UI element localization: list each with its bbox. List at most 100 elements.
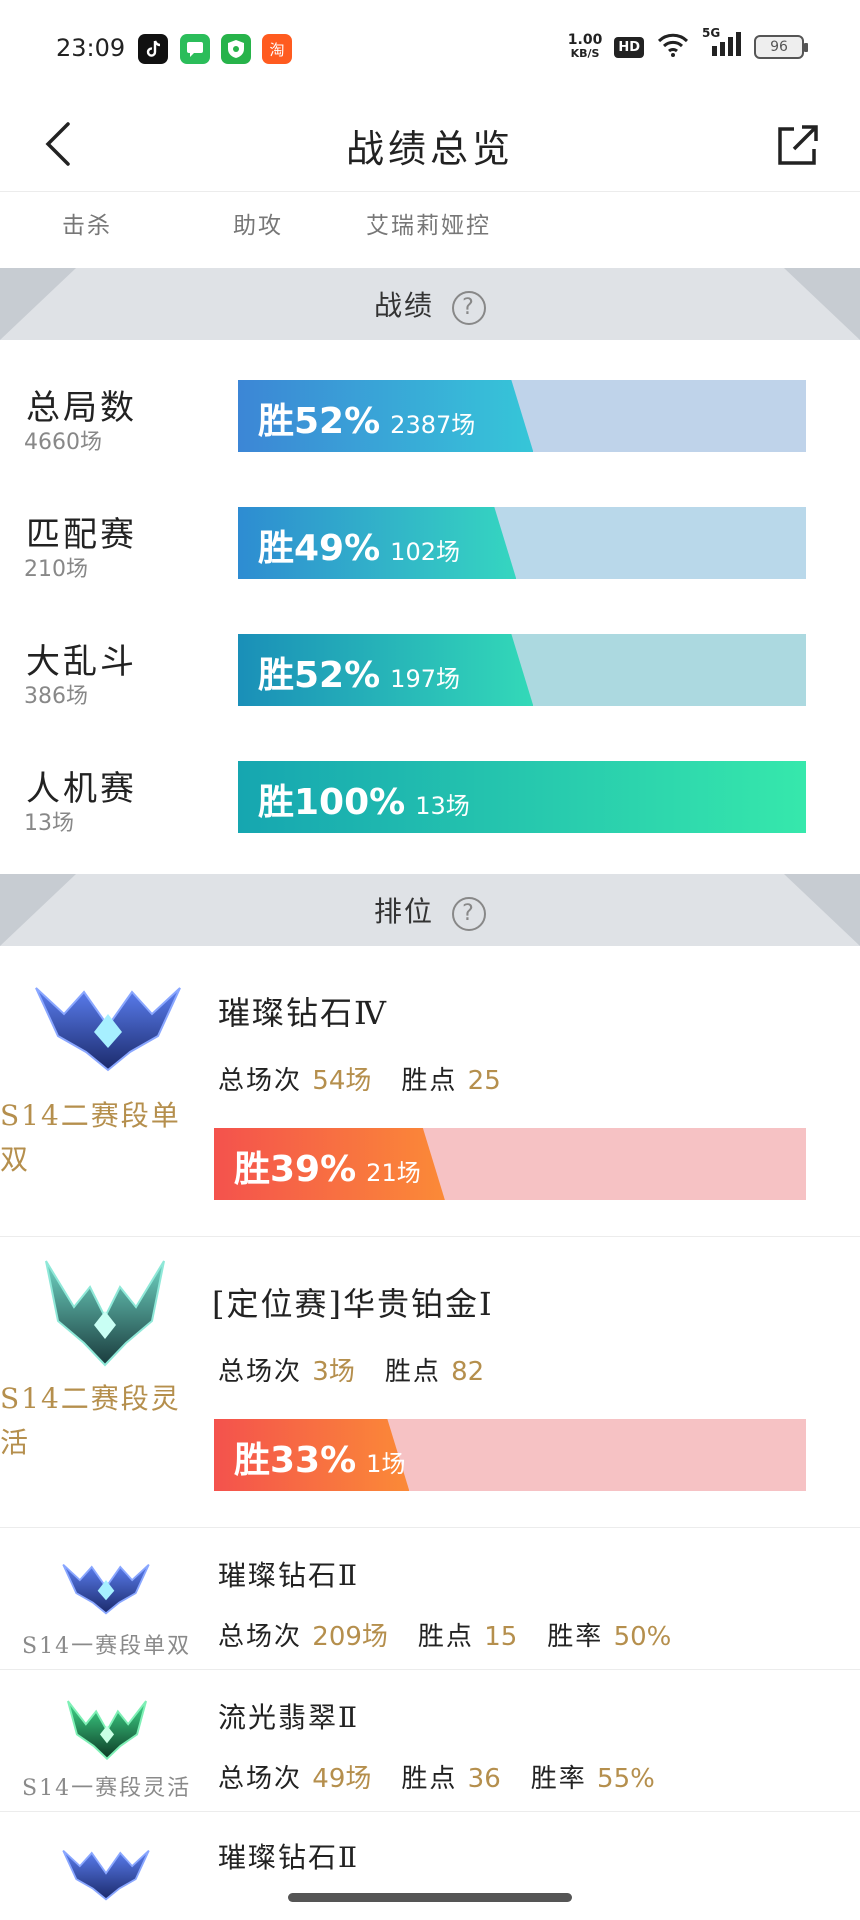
total-value: 3场 [312, 1357, 355, 1387]
stat-subtabs: 击杀 助攻 艾瑞莉娅控 [0, 192, 860, 268]
home-indicator[interactable] [288, 1893, 572, 1902]
season-label: S14一赛段灵活 [22, 1776, 192, 1801]
rate-label: 胜率 [547, 1622, 604, 1652]
rank-meta: 总场次 3场 胜点 82 [218, 1351, 484, 1388]
help-icon[interactable]: ? [452, 290, 486, 325]
rank-meta: 总场次 209场 胜点 15 胜率 50% [218, 1616, 671, 1653]
total-label: 总场次 [218, 1066, 303, 1096]
total-label: 总场次 [218, 1622, 303, 1652]
rank-tier: 璀璨钻石Ⅱ [218, 1841, 360, 1874]
win-count: 197场 [390, 665, 460, 693]
win-percent: 胜49% [258, 528, 381, 569]
net-speed-value: 1.00 [567, 32, 603, 48]
status-right: 1.00 KB/S HD 5G 96 [568, 26, 808, 62]
win-rate-bar: 胜49% 102场 [238, 507, 806, 579]
stat-count: 210场 [24, 557, 88, 582]
ranked-card[interactable]: S14一赛段单双 璀璨钻石Ⅱ 总场次 209场 胜点 15 胜率 50% [0, 1528, 860, 1670]
share-button[interactable] [772, 114, 824, 174]
rate-value: 50% [613, 1622, 672, 1652]
win-percent: 胜52% [258, 655, 381, 696]
total-label: 总场次 [218, 1357, 303, 1387]
rank-tier: 流光翡翠Ⅱ [218, 1701, 360, 1734]
taobao-icon: 淘 [262, 34, 292, 64]
win-percent: 胜100% [258, 782, 406, 823]
win-count: 21场 [366, 1159, 421, 1187]
win-count: 1场 [366, 1450, 406, 1478]
ranked-win-text: 胜39% 21场 [234, 1140, 421, 1192]
stat-row-total[interactable]: 总局数 4660场 胜52% 2387场 [0, 380, 860, 490]
total-label: 总场次 [218, 1764, 303, 1794]
stat-row-aram[interactable]: 大乱斗 386场 胜52% 197场 [0, 634, 860, 744]
diamond-emblem-icon [62, 1556, 150, 1620]
win-rate-text: 胜52% 197场 [258, 646, 460, 698]
ranked-win-bar: 胜33% 1场 [214, 1419, 806, 1491]
ranked-win-bar: 胜39% 21场 [214, 1128, 806, 1200]
subtab-assists[interactable]: 助攻 [233, 206, 283, 240]
signal-icon: 5G [702, 26, 742, 62]
rate-label: 胜率 [530, 1764, 587, 1794]
shield-icon [221, 34, 251, 64]
stat-row-normal[interactable]: 匹配赛 210场 胜49% 102场 [0, 507, 860, 617]
points-value: 82 [451, 1357, 485, 1387]
win-rate-text: 胜100% 13场 [258, 773, 470, 825]
ranked-section-title-wrap: 排位? [0, 890, 860, 931]
total-value: 54场 [312, 1066, 372, 1096]
win-percent: 胜33% [234, 1440, 357, 1481]
app-header: 战绩总览 [0, 100, 860, 192]
rank-meta: 总场次 49场 胜点 36 胜率 55% [218, 1758, 655, 1795]
points-label: 胜点 [401, 1066, 458, 1096]
diamond-emblem-icon [62, 1842, 150, 1906]
ranked-card[interactable]: S14二赛段单双 璀璨钻石Ⅳ 总场次 54场 胜点 25 胜39% 21场 [0, 946, 860, 1237]
points-value: 36 [467, 1764, 501, 1794]
network-type: 5G [702, 26, 721, 40]
status-bar: 23:09 淘 1.00 KB/S HD 5G 96 [0, 0, 860, 100]
win-count: 13场 [415, 792, 470, 820]
rate-value: 55% [597, 1764, 655, 1794]
wifi-icon [656, 32, 690, 62]
ranked-section-title: 排位 [373, 895, 434, 928]
win-rate-bar: 胜52% 197场 [238, 634, 806, 706]
net-speed-unit: KB/S [570, 47, 600, 60]
battery-icon: 96 [754, 35, 808, 59]
rank-tier: 璀璨钻石Ⅳ [218, 994, 388, 1032]
win-rate-bar: 胜100% 13场 [238, 761, 806, 833]
stats-section-header: 战绩? [0, 268, 860, 340]
season-label: S14二赛段灵活 [0, 1382, 181, 1459]
stat-name: 大乱斗 [26, 642, 137, 682]
points-label: 胜点 [384, 1357, 441, 1387]
messages-icon [180, 34, 210, 64]
stat-count: 13场 [24, 811, 74, 836]
ranked-card[interactable]: 璀璨钻石Ⅱ [0, 1812, 860, 1920]
total-value: 49场 [312, 1764, 372, 1794]
stat-row-bots[interactable]: 人机赛 13场 胜100% 13场 [0, 761, 860, 871]
subtab-kills[interactable]: 击杀 [62, 206, 112, 240]
points-value: 25 [467, 1066, 501, 1096]
stat-count: 386场 [24, 684, 88, 709]
ranked-card[interactable]: S14二赛段灵活 [定位赛]华贵铂金Ⅰ 总场次 3场 胜点 82 胜33% 1场 [0, 1237, 860, 1528]
points-value: 15 [484, 1622, 518, 1652]
tiktok-icon [138, 34, 168, 64]
emerald-emblem-icon [64, 1696, 150, 1764]
win-rate-bar: 胜52% 2387场 [238, 380, 806, 452]
status-time: 23:09 [56, 34, 126, 62]
ranked-card[interactable]: S14一赛段灵活 流光翡翠Ⅱ 总场次 49场 胜点 36 胜率 55% [0, 1670, 860, 1812]
net-speed: 1.00 KB/S [568, 33, 603, 61]
win-percent: 胜39% [234, 1149, 357, 1190]
win-percent: 胜52% [258, 401, 381, 442]
battery-level: 96 [770, 39, 788, 55]
ranked-win-text: 胜33% 1场 [234, 1431, 405, 1483]
points-label: 胜点 [417, 1622, 474, 1652]
season-label: S14二赛段单双 [0, 1099, 181, 1176]
subtab-irelia-control[interactable]: 艾瑞莉娅控 [366, 206, 491, 240]
ranked-section-header: 排位? [0, 874, 860, 946]
rank-tier: 璀璨钻石Ⅱ [218, 1559, 360, 1592]
win-count: 102场 [390, 538, 460, 566]
stat-name: 匹配赛 [26, 515, 137, 555]
win-rate-text: 胜49% 102场 [258, 519, 460, 571]
svg-text:淘: 淘 [269, 41, 284, 59]
help-icon[interactable]: ? [452, 896, 486, 931]
hd-badge: HD [614, 36, 644, 58]
stat-count: 4660场 [24, 430, 102, 455]
win-rate-text: 胜52% 2387场 [258, 392, 475, 444]
stats-section-title-wrap: 战绩? [0, 284, 860, 325]
